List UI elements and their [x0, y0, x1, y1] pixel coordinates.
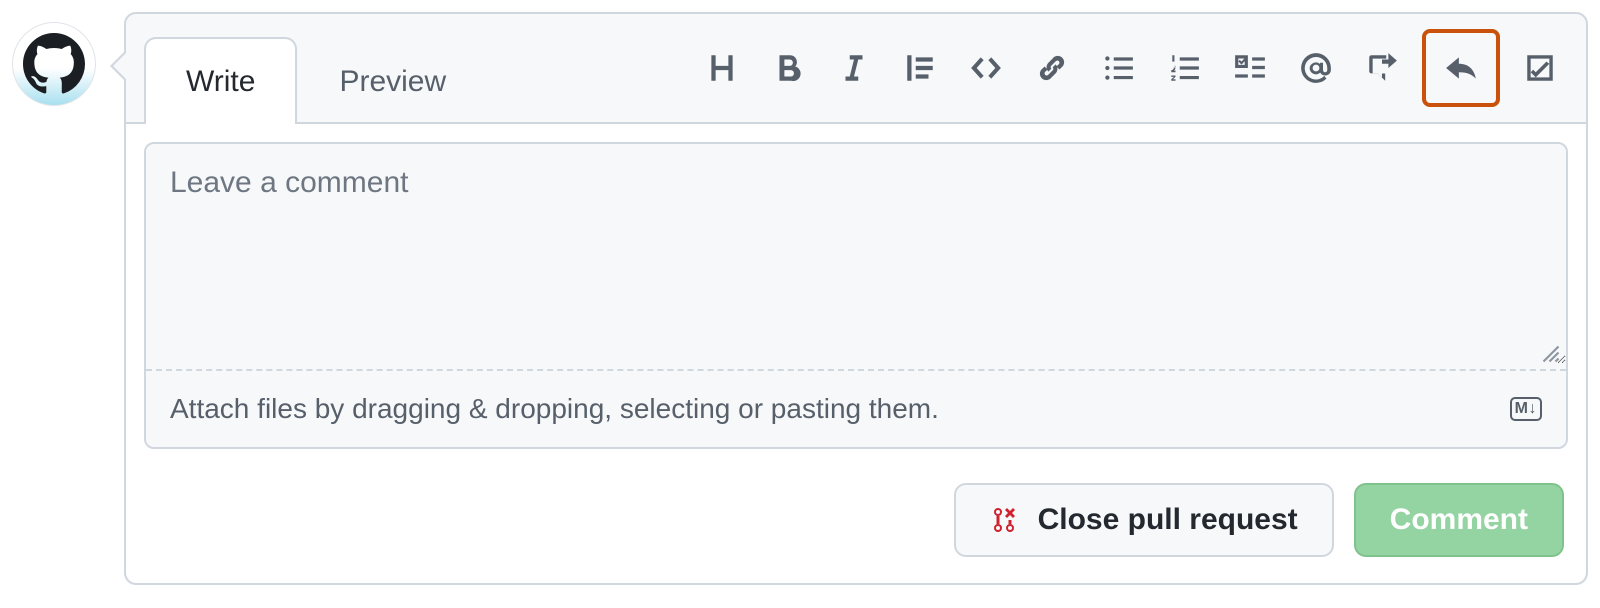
quote-icon[interactable] — [898, 46, 942, 90]
avatar[interactable] — [12, 22, 96, 106]
action-row: Close pull request Comment — [144, 449, 1568, 565]
mention-icon[interactable] — [1294, 46, 1338, 90]
octocat-icon — [23, 33, 85, 95]
reply-icon[interactable] — [1426, 33, 1496, 103]
tab-preview[interactable]: Preview — [297, 37, 488, 124]
tasklist-icon[interactable] — [1228, 46, 1272, 90]
link-icon[interactable] — [1030, 46, 1074, 90]
comment-textarea[interactable] — [146, 144, 1566, 364]
code-icon[interactable] — [964, 46, 1008, 90]
git-pull-request-closed-icon — [990, 504, 1022, 536]
cross-reference-icon[interactable] — [1360, 46, 1404, 90]
comment-panel: Write Preview — [124, 12, 1588, 585]
comment-editor: Attach files by dragging & dropping, sel… — [144, 142, 1568, 449]
italic-icon[interactable] — [832, 46, 876, 90]
unordered-list-icon[interactable] — [1096, 46, 1140, 90]
comment-button-label: Comment — [1390, 503, 1528, 537]
formatting-toolbar — [700, 33, 1568, 103]
suggestion-icon[interactable] — [1518, 46, 1562, 90]
close-pull-request-button[interactable]: Close pull request — [954, 483, 1334, 557]
ordered-list-icon[interactable] — [1162, 46, 1206, 90]
attach-hint-text: Attach files by dragging & dropping, sel… — [170, 393, 939, 425]
attach-hint-bar[interactable]: Attach files by dragging & dropping, sel… — [146, 371, 1566, 447]
bold-icon[interactable] — [766, 46, 810, 90]
tab-write[interactable]: Write — [144, 37, 297, 124]
comment-button[interactable]: Comment — [1354, 483, 1564, 557]
tabbar: Write Preview — [126, 14, 1586, 124]
heading-icon[interactable] — [700, 46, 744, 90]
markdown-icon[interactable]: M↓ — [1510, 397, 1542, 421]
close-pull-request-label: Close pull request — [1038, 503, 1298, 537]
comment-body: Attach files by dragging & dropping, sel… — [126, 124, 1586, 583]
